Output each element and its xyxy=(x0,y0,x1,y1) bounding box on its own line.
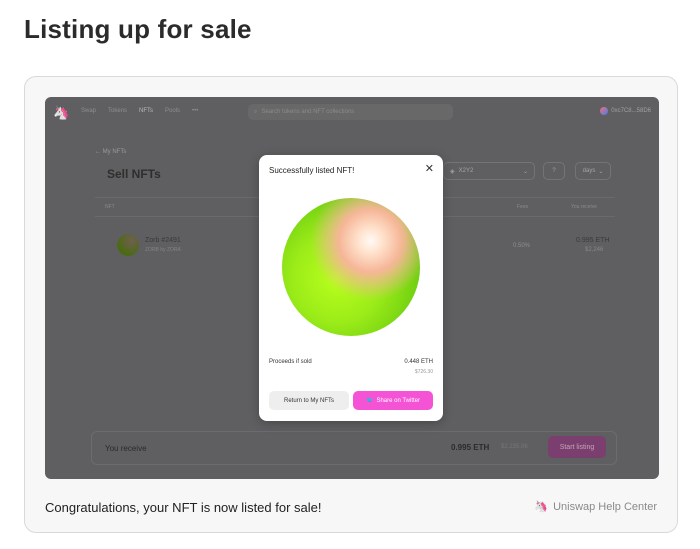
header-proceeds: You receive xyxy=(571,204,597,210)
marketplace-select[interactable]: ◈ X2Y2 ⌄ xyxy=(443,162,535,180)
nft-collection: ZORB by ZORA xyxy=(145,247,181,253)
uniswap-logo-icon[interactable]: 🦄 xyxy=(53,105,69,121)
nft-price: 0.995 ETH xyxy=(576,237,610,244)
marketplace-icon: ◈ xyxy=(450,168,455,175)
header-nft: NFT xyxy=(105,204,115,210)
receive-label: You receive xyxy=(105,444,147,453)
share-label: Share on Twitter xyxy=(376,397,421,404)
wallet-avatar xyxy=(600,107,609,115)
back-label: My NFTs xyxy=(102,149,127,155)
modal-title: Successfully listed NFT! xyxy=(269,166,355,175)
back-link[interactable]: ← My NFTs xyxy=(95,149,126,155)
wallet-address: 0xc7C8...58D6 xyxy=(611,108,651,114)
help-center-label: Uniswap Help Center xyxy=(553,500,657,513)
section-title: Sell NFTs xyxy=(107,167,161,181)
nav-nfts[interactable]: NFTs xyxy=(139,108,153,114)
proceeds-label: Proceeds if sold xyxy=(269,359,312,365)
app-nav: Swap Tokens NFTs Pools ••• xyxy=(81,108,198,114)
nav-pools[interactable]: Pools xyxy=(165,108,180,114)
share-on-twitter-button[interactable]: 🐦 Share on Twitter xyxy=(353,391,433,410)
caption: Congratulations, your NFT is now listed … xyxy=(45,500,322,515)
return-to-my-nfts-button[interactable]: Return to My NFTs xyxy=(269,391,349,410)
duration-label: days xyxy=(582,168,596,174)
nft-usd: $2,246 xyxy=(585,247,604,253)
chevron-down-icon: ⌄ xyxy=(598,168,604,175)
nft-name: Zorb #2491 xyxy=(145,237,181,244)
nft-thumbnail xyxy=(117,234,139,256)
marketplace-qty[interactable]: ? xyxy=(543,162,565,180)
wallet-button[interactable]: 0xc7C8...58D6 xyxy=(600,107,651,115)
marketplace-label: X2Y2 xyxy=(458,168,474,174)
close-icon[interactable]: ✕ xyxy=(425,162,434,175)
receive-usd: $2,235.06 xyxy=(501,444,528,450)
nav-tokens[interactable]: Tokens xyxy=(108,108,127,114)
app-topbar: 🦄 Swap Tokens NFTs Pools ••• ⌕ Search to… xyxy=(45,97,659,127)
screenshot-card: 🦄 Swap Tokens NFTs Pools ••• ⌕ Search to… xyxy=(24,76,678,533)
nav-swap[interactable]: Swap xyxy=(81,108,96,114)
proceeds-eth: 0.448 ETH xyxy=(404,359,433,365)
arrow-left-icon: ← xyxy=(95,149,101,155)
receive-eth: 0.995 ETH xyxy=(451,443,490,452)
header-fees: Fees xyxy=(517,204,529,210)
success-modal: Successfully listed NFT! ✕ Proceeds if s… xyxy=(259,155,443,421)
nft-image xyxy=(282,198,420,336)
page-title: Listing up for sale xyxy=(24,14,252,44)
chevron-down-icon: ⌄ xyxy=(522,168,528,175)
start-listing-button[interactable]: Start listing xyxy=(548,436,606,458)
twitter-icon: 🐦 xyxy=(365,398,374,404)
app-screenshot: 🦄 Swap Tokens NFTs Pools ••• ⌕ Search to… xyxy=(45,97,659,479)
search-placeholder: Search tokens and NFT collections xyxy=(261,109,355,115)
search-input[interactable]: ⌕ Search tokens and NFT collections xyxy=(248,104,453,120)
nav-more[interactable]: ••• xyxy=(192,108,198,114)
search-icon: ⌕ xyxy=(254,108,258,115)
uniswap-unicorn-icon: 🦄 xyxy=(534,501,549,513)
help-center-link[interactable]: 🦄 Uniswap Help Center xyxy=(534,500,657,514)
proceeds-usd: $726.30 xyxy=(414,369,433,375)
duration-select[interactable]: days ⌄ xyxy=(575,162,611,180)
listing-footer xyxy=(91,431,617,465)
nft-fee: 0.50% xyxy=(513,243,531,249)
